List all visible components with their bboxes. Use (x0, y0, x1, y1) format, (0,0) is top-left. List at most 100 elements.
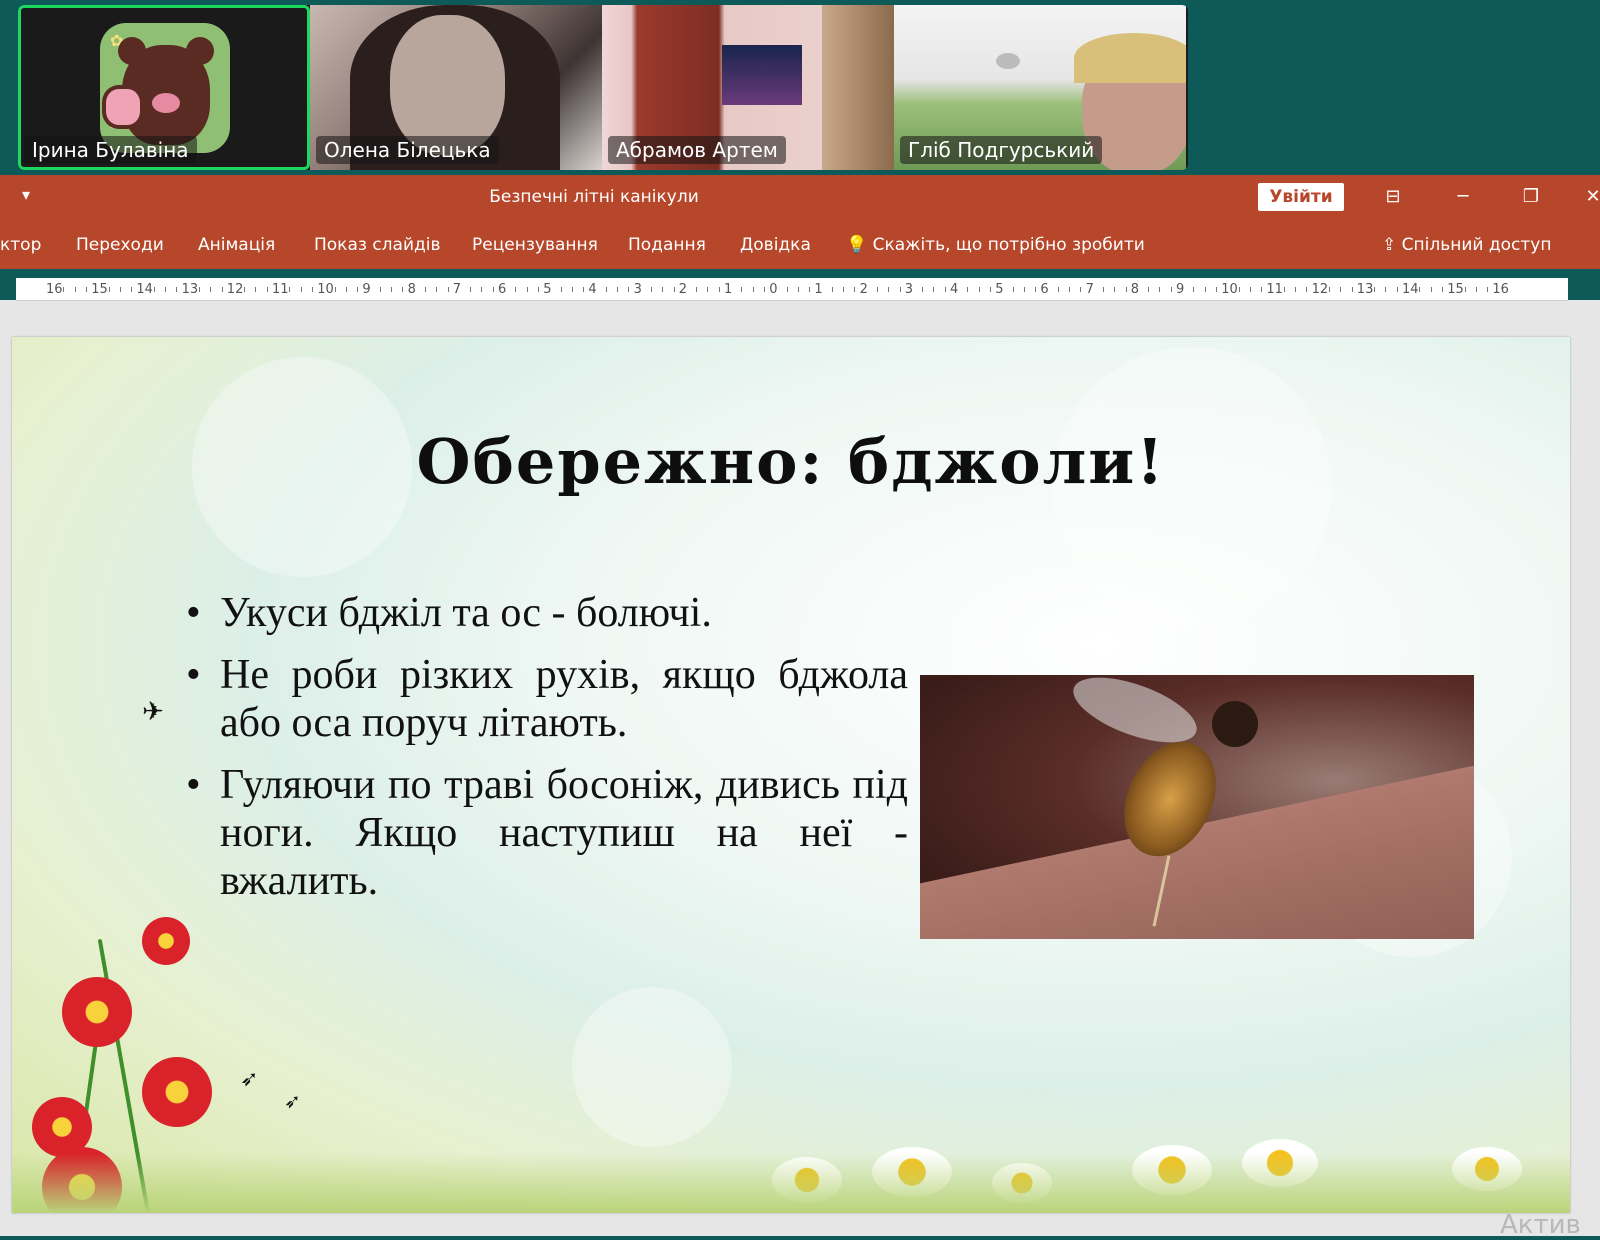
tab-design[interactable]: ктор (0, 235, 41, 255)
ruler-minor-tick (210, 287, 212, 292)
tab-slideshow[interactable]: Показ слайдів (314, 235, 441, 255)
ruler-tick-label: 8 (1130, 282, 1140, 297)
flower-icon (62, 977, 132, 1047)
ruler-minor-tick (786, 287, 788, 292)
share-icon: ⇪ (1382, 235, 1397, 255)
slide-bullet-list[interactable]: Укуси бджіл та ос - болючі. Не роби різк… (180, 589, 908, 919)
ruler-minor-tick (1125, 287, 1127, 292)
ruler-minor-tick (176, 287, 178, 292)
minimize-icon[interactable]: ─ (1440, 181, 1486, 213)
ruler-tick-label: 6 (498, 282, 507, 297)
ruler-minor-tick (1306, 287, 1308, 292)
ruler-minor-tick (763, 287, 765, 292)
ruler-tick-label: 11 (1266, 282, 1283, 297)
ruler-minor-tick (447, 287, 449, 292)
ruler-minor-tick (1396, 287, 1398, 292)
bullet-item: Гуляючи по траві босоніж, дивись під ног… (180, 761, 908, 905)
tab-animations[interactable]: Анімація (198, 235, 275, 255)
participant-tile[interactable]: Гліб Подгурський (894, 5, 1186, 170)
ruler-minor-tick (526, 287, 528, 292)
ruler-minor-tick (560, 287, 562, 292)
bee-photo[interactable] (920, 675, 1474, 939)
ruler-tick-label: 10 (317, 282, 334, 297)
bird-icon: ✈ (142, 697, 164, 727)
tab-review[interactable]: Рецензування (472, 235, 598, 255)
ruler-minor-tick (673, 287, 675, 292)
ruler-minor-tick (334, 287, 336, 292)
ruler-tick-label: 15 (91, 282, 108, 297)
participant-tile[interactable]: ✿ ✿ ✿ Ірина Булавіна (18, 5, 310, 170)
share-button[interactable]: ⇪ Спільний доступ (1382, 235, 1551, 255)
ruler-minor-tick (797, 287, 799, 292)
video-face (390, 15, 505, 155)
ruler-minor-tick (1441, 287, 1443, 292)
ruler-minor-tick (1102, 287, 1104, 292)
ruler-tick-label: 2 (678, 282, 688, 297)
ruler-minor-tick (289, 287, 291, 292)
ruler-tick-label: 14 (136, 282, 153, 297)
ruler-tick-label: 16 (46, 282, 63, 297)
flower-icon (142, 1057, 212, 1127)
ruler-minor-tick (876, 287, 878, 292)
restore-icon[interactable]: ❐ (1508, 181, 1554, 213)
tab-transitions[interactable]: Переходи (76, 235, 164, 255)
ruler-minor-tick (843, 287, 844, 292)
grass-decor (12, 1153, 1570, 1213)
ruler-minor-tick (492, 287, 494, 292)
close-icon[interactable]: ✕ (1570, 181, 1600, 213)
ruler-tick-label: 3 (904, 282, 914, 297)
ruler-tick-label: 4 (588, 282, 597, 297)
ruler-minor-tick (74, 287, 76, 292)
participant-tile[interactable]: Абрамов Артем (602, 5, 894, 170)
ruler-tick-label: 6 (1040, 282, 1049, 297)
ruler-minor-tick (1035, 287, 1037, 292)
signin-button[interactable]: Увійти (1258, 183, 1344, 211)
ribbon-display-icon[interactable]: ⊟ (1370, 181, 1416, 213)
bird-icon: ➶ (240, 1067, 259, 1092)
slide-title[interactable]: Обережно: бджоли! (12, 425, 1570, 498)
ruler-minor-tick (1328, 287, 1330, 292)
ruler-tick-label: 14 (1402, 282, 1419, 297)
ruler-minor-tick (85, 287, 87, 292)
ruler-minor-tick (391, 287, 392, 292)
ruler-minor-tick (1170, 287, 1172, 292)
ruler-minor-tick (989, 287, 991, 292)
tab-help[interactable]: Довідка (740, 235, 811, 255)
slide[interactable]: Обережно: бджоли! Укуси бджіл та ос - бо… (12, 337, 1570, 1213)
ruler-minor-tick (1193, 287, 1195, 292)
tell-me-search[interactable]: 💡 Скажіть, що потрібно зробити (846, 235, 1145, 255)
video-strip: ✿ ✿ ✿ Ірина Булавіна Олена Білецька Абра… (18, 5, 1188, 170)
ruler-minor-tick (1430, 287, 1432, 292)
ruler-minor-tick (436, 287, 438, 292)
ruler-tick-label: 7 (1085, 282, 1094, 297)
ruler-minor-tick (537, 287, 539, 292)
participant-tile[interactable]: Олена Білецька (310, 5, 602, 170)
ruler-minor-tick (266, 287, 268, 292)
ruler-minor-tick (741, 287, 743, 292)
ruler-minor-tick (696, 287, 698, 292)
ruler-minor-tick (255, 287, 257, 292)
ruler-minor-tick (1351, 287, 1353, 292)
bear-nose (152, 93, 180, 113)
ruler-minor-tick (153, 287, 155, 292)
ruler-minor-tick (922, 287, 924, 292)
ruler-minor-tick (131, 287, 133, 292)
video-person (1074, 33, 1186, 83)
ruler-minor-tick (424, 287, 426, 292)
ruler-minor-tick (1069, 287, 1070, 292)
ruler-minor-tick (583, 287, 585, 292)
title-bar: ▾ Безпечні літні канікули Увійти ⊟ ─ ❐ ✕ (0, 175, 1600, 219)
ruler-minor-tick (1261, 287, 1263, 292)
participant-name: Олена Білецька (316, 136, 499, 164)
ruler-minor-tick (402, 287, 404, 292)
tab-view[interactable]: Подання (628, 235, 706, 255)
ruler-minor-tick (933, 287, 935, 292)
ruler-minor-tick (1475, 287, 1477, 292)
ruler-minor-tick (1340, 287, 1342, 292)
ruler-tick-label: 10 (1221, 282, 1238, 297)
lightbulb-icon: 💡 (846, 235, 868, 255)
ruler-minor-tick (345, 287, 347, 292)
ruler-tick-label: 13 (1356, 282, 1374, 297)
video-background (996, 53, 1020, 69)
ruler-minor-tick (515, 287, 517, 292)
